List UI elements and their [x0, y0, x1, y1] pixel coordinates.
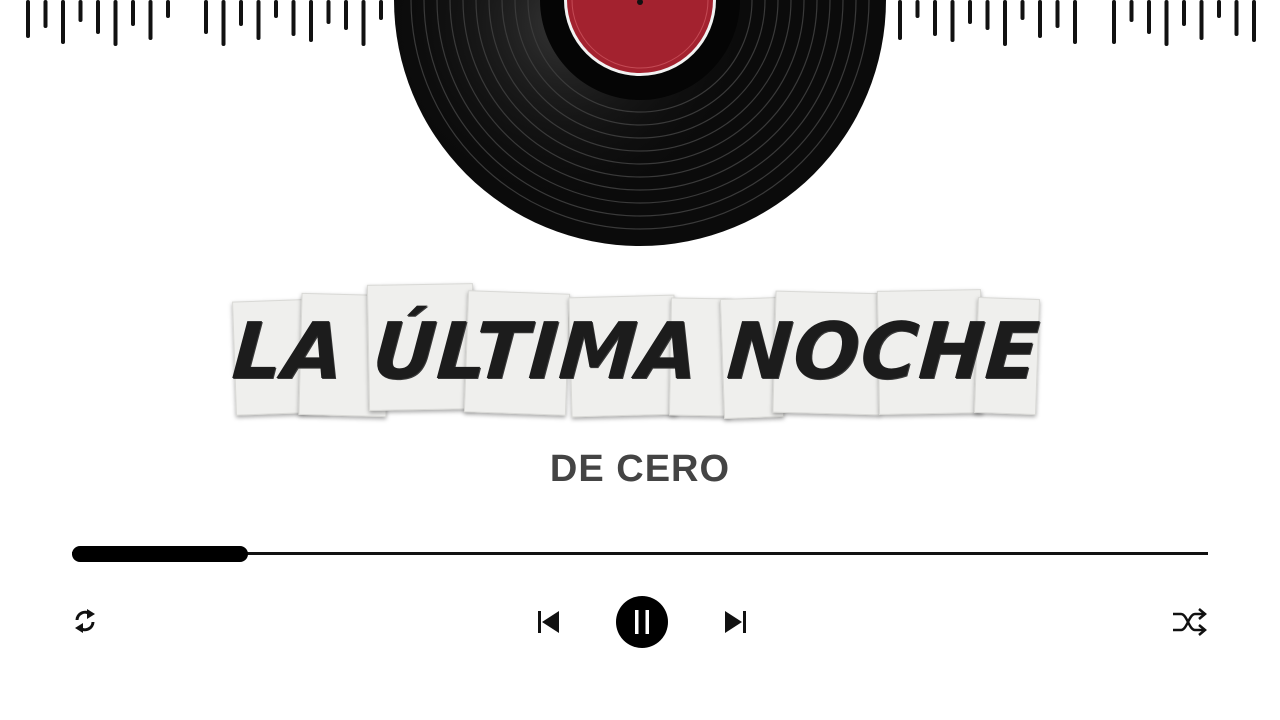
previous-button[interactable] [530, 604, 566, 640]
shuffle-icon [1173, 608, 1207, 636]
track-title: LA ÚLTIMA NOCHE [229, 307, 1043, 397]
pause-icon [616, 596, 668, 648]
track-title-banner: LA ÚLTIMA NOCHE [229, 282, 1043, 422]
artist-name: DE CERO [549, 448, 731, 490]
progress-bar[interactable] [72, 544, 1208, 564]
pause-button[interactable] [615, 595, 669, 649]
progress-fill [72, 546, 248, 562]
skip-previous-icon [538, 611, 559, 633]
shuffle-button[interactable] [1170, 604, 1210, 640]
repeat-button[interactable] [68, 604, 102, 638]
vinyl-record [394, 0, 886, 246]
repeat-icon [75, 609, 95, 633]
skip-next-icon [725, 611, 746, 633]
next-button[interactable] [718, 604, 754, 640]
